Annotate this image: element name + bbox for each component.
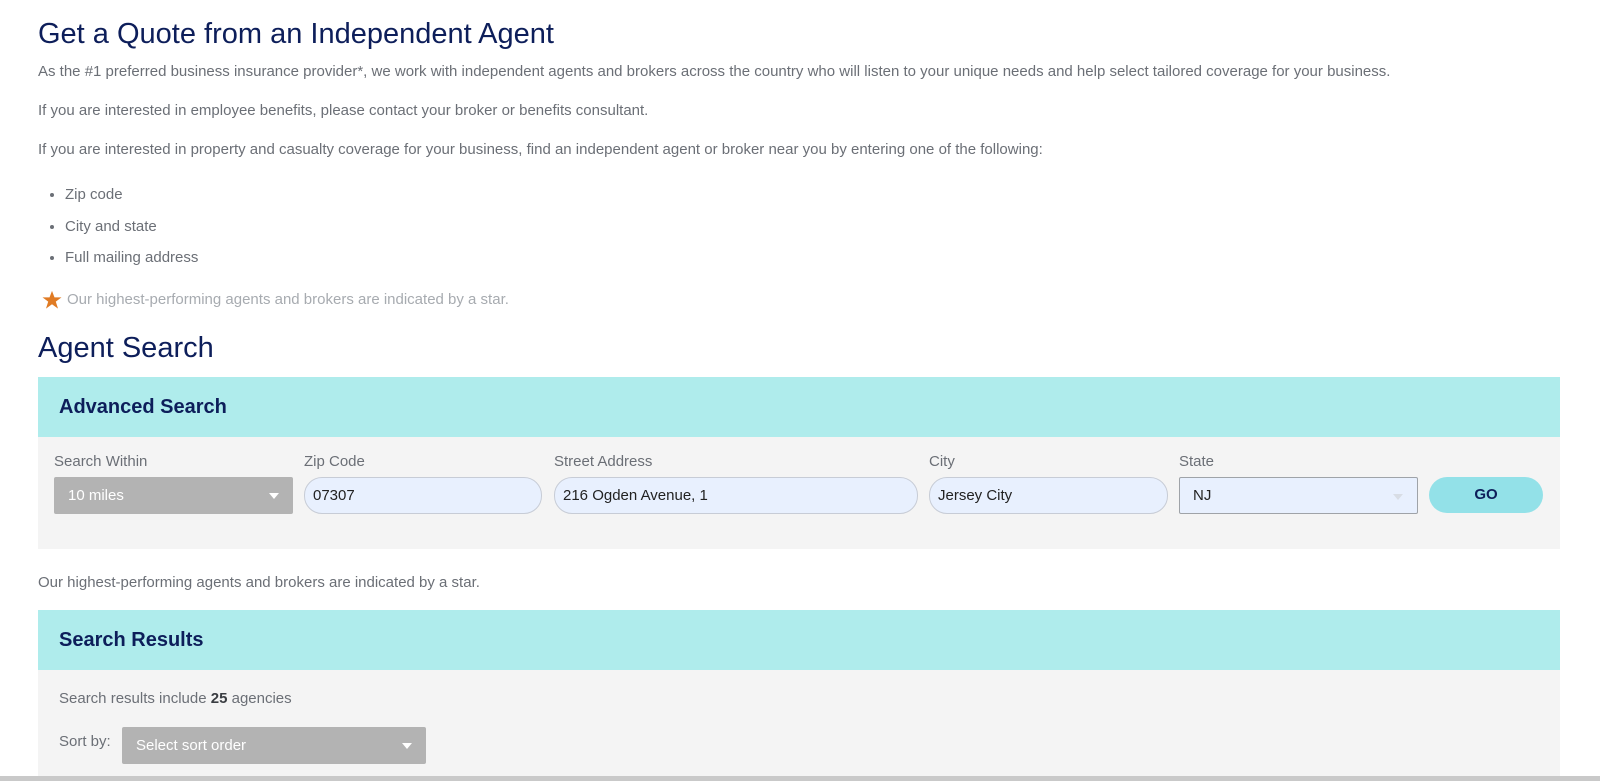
sort-by-label: Sort by: bbox=[59, 733, 111, 750]
search-within-select[interactable]: 10 miles bbox=[54, 477, 293, 514]
star-note: Our highest-performing agents and broker… bbox=[42, 290, 509, 309]
agent-search-title: Agent Search bbox=[38, 332, 214, 364]
star-icon bbox=[42, 290, 62, 309]
list-item: City and state bbox=[65, 217, 198, 249]
star-note-text: Our highest-performing agents and broker… bbox=[67, 291, 509, 308]
intro-paragraph-provider: As the #1 preferred business insurance p… bbox=[38, 63, 1391, 80]
intro-paragraph-benefits: If you are interested in employee benefi… bbox=[38, 102, 649, 119]
sort-order-value: Select sort order bbox=[136, 737, 247, 754]
horizontal-scrollbar[interactable] bbox=[0, 776, 1600, 781]
advanced-search-header: Advanced Search bbox=[38, 377, 1560, 437]
chevron-down-icon bbox=[402, 743, 412, 749]
street-address-value: 216 Ogden Avenue, 1 bbox=[563, 487, 708, 504]
street-address-input[interactable]: 216 Ogden Avenue, 1 bbox=[554, 477, 918, 514]
search-results-panel: Search results include 25 agencies Sort … bbox=[38, 670, 1560, 776]
page: Get a Quote from an Independent Agent As… bbox=[0, 0, 1600, 781]
zip-code-label: Zip Code bbox=[304, 453, 365, 470]
state-value: NJ bbox=[1193, 487, 1212, 504]
results-summary-suffix: agencies bbox=[227, 690, 292, 707]
city-value: Jersey City bbox=[938, 487, 1013, 504]
page-title: Get a Quote from an Independent Agent bbox=[38, 18, 554, 50]
advanced-search-form: Search Within 10 miles Zip Code 07307 St… bbox=[38, 437, 1560, 549]
sort-order-select[interactable]: Select sort order bbox=[122, 727, 426, 764]
results-count: 25 bbox=[210, 690, 228, 707]
zip-code-input[interactable]: 07307 bbox=[304, 477, 542, 514]
city-label: City bbox=[929, 453, 955, 470]
go-button[interactable]: GO bbox=[1429, 477, 1543, 513]
city-input[interactable]: Jersey City bbox=[929, 477, 1168, 514]
state-label: State bbox=[1179, 453, 1215, 470]
intro-paragraph-property: If you are interested in property and ca… bbox=[38, 141, 1043, 158]
chevron-down-icon bbox=[269, 493, 279, 499]
search-criteria-list: Zip code City and state Full mailing add… bbox=[38, 185, 198, 280]
results-summary-prefix: Search results include bbox=[59, 690, 211, 707]
state-select[interactable]: NJ bbox=[1179, 477, 1418, 514]
search-within-value: 10 miles bbox=[68, 487, 124, 504]
list-item: Zip code bbox=[65, 185, 198, 217]
chevron-down-icon bbox=[1393, 494, 1403, 500]
zip-code-value: 07307 bbox=[313, 487, 355, 504]
street-address-label: Street Address bbox=[554, 453, 653, 470]
list-item: Full mailing address bbox=[65, 248, 198, 280]
results-summary: Search results include 25 agencies bbox=[59, 690, 292, 707]
search-results-header: Search Results bbox=[38, 610, 1560, 670]
search-within-label: Search Within bbox=[54, 453, 148, 470]
results-star-note: Our highest-performing agents and broker… bbox=[38, 574, 480, 591]
